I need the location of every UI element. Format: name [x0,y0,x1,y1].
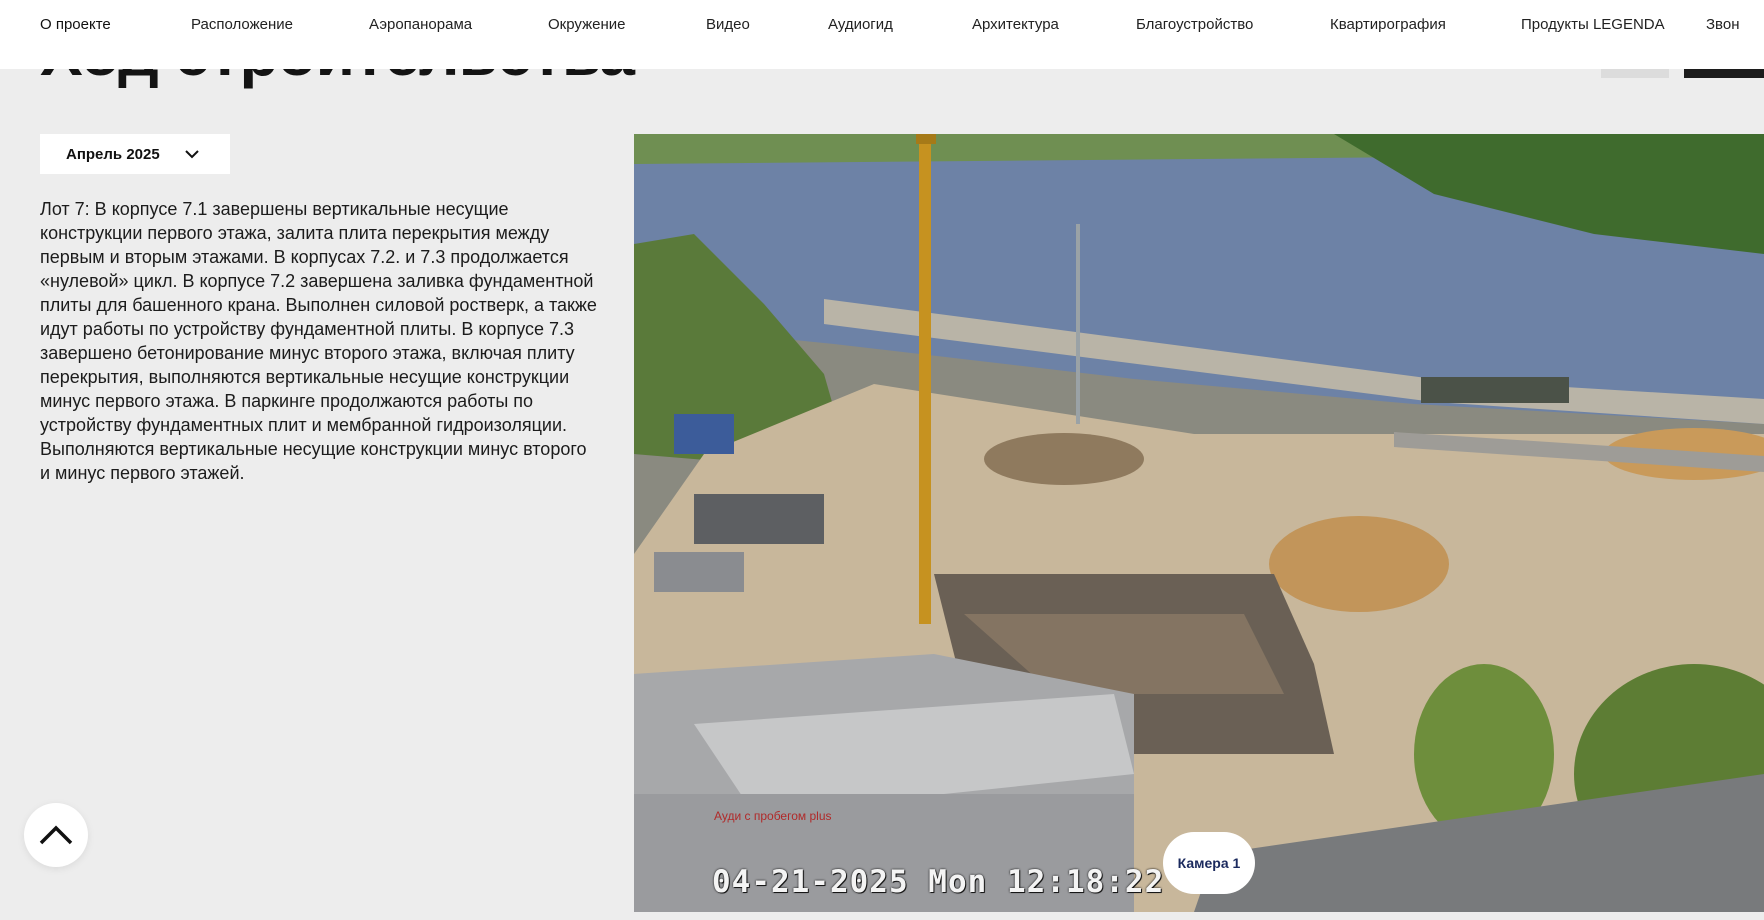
nav-item-surroundings[interactable]: Окружение [548,16,625,34]
construction-camera-image: Ауди с пробегом plus 04-21-2025 Mon 12:1… [634,134,1764,912]
month-dropdown[interactable]: Апрель 2025 [40,134,230,174]
top-navigation: О проекте Расположение Аэропанорама Окру… [0,0,1764,69]
nav-item-location[interactable]: Расположение [191,16,293,34]
chevron-up-icon [39,825,73,845]
nav-item-about[interactable]: О проекте [40,16,111,34]
nav-item-architecture[interactable]: Архитектура [972,16,1059,34]
nav-item-call[interactable]: Звон [1706,16,1740,34]
month-dropdown-value: Апрель 2025 [66,145,160,163]
chevron-down-icon [185,150,199,159]
camera-scene: Ауди с пробегом plus [634,134,1764,912]
nav-item-apartments[interactable]: Квартирография [1330,16,1446,34]
construction-progress-description: Лот 7: В корпусе 7.1 завершены вертикаль… [40,199,597,483]
camera-1-button[interactable]: Камера 1 [1163,832,1255,894]
nav-item-legenda-products[interactable]: Продукты LEGENDA [1521,16,1665,34]
nav-item-audioguide[interactable]: Аудиогид [828,16,893,34]
camera-timestamp: 04-21-2025 Mon 12:18:22 [712,864,1165,900]
nav-item-aeropanorama[interactable]: Аэропанорама [369,16,472,34]
scroll-to-top-button[interactable] [24,803,88,867]
nav-item-video[interactable]: Видео [706,16,750,34]
nav-item-landscaping[interactable]: Благоустройство [1136,16,1253,34]
building-sign: Ауди с пробегом plus [714,809,832,823]
